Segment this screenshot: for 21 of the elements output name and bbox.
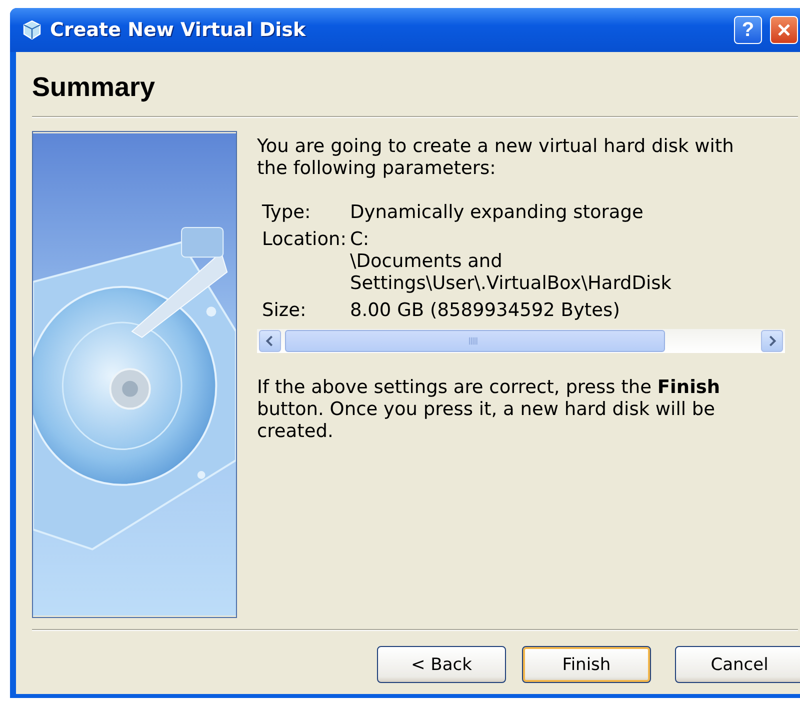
detail-value: C: \Documents and Settings\User\.VirtualBox\HardDisk [350,229,672,295]
detail-label: Type: [262,202,312,224]
detail-value: 8.00 GB (8589934592 Bytes) [350,300,621,322]
close-button[interactable] [770,16,798,44]
instruction-text: If the above settings are correct, press the Finish button. Once you press it, a new hard disk will be created. [257,377,722,443]
dialog-button[interactable]: Cancel [675,646,800,683]
scroll-left-button[interactable] [259,330,281,352]
scroll-right-button[interactable] [761,330,783,352]
dialog-button[interactable]: Finish [522,646,651,683]
help-button[interactable]: ? [734,16,762,44]
horizontal-scrollbar[interactable] [257,329,785,353]
cube-icon [22,20,42,40]
window-title: Create New Virtual Disk [50,19,307,41]
close-icon [776,22,792,38]
dialog-button[interactable]: < Back [377,646,506,683]
page-heading: Summary [31,71,156,104]
detail-value: Dynamically expanding storage [350,202,644,224]
scroll-thumb[interactable] [285,330,665,352]
detail-label: Location: [262,229,348,252]
detail-label: Size: [262,300,308,322]
intro-text: You are going to create a new virtual hard disk with the following parameters: [257,136,735,180]
